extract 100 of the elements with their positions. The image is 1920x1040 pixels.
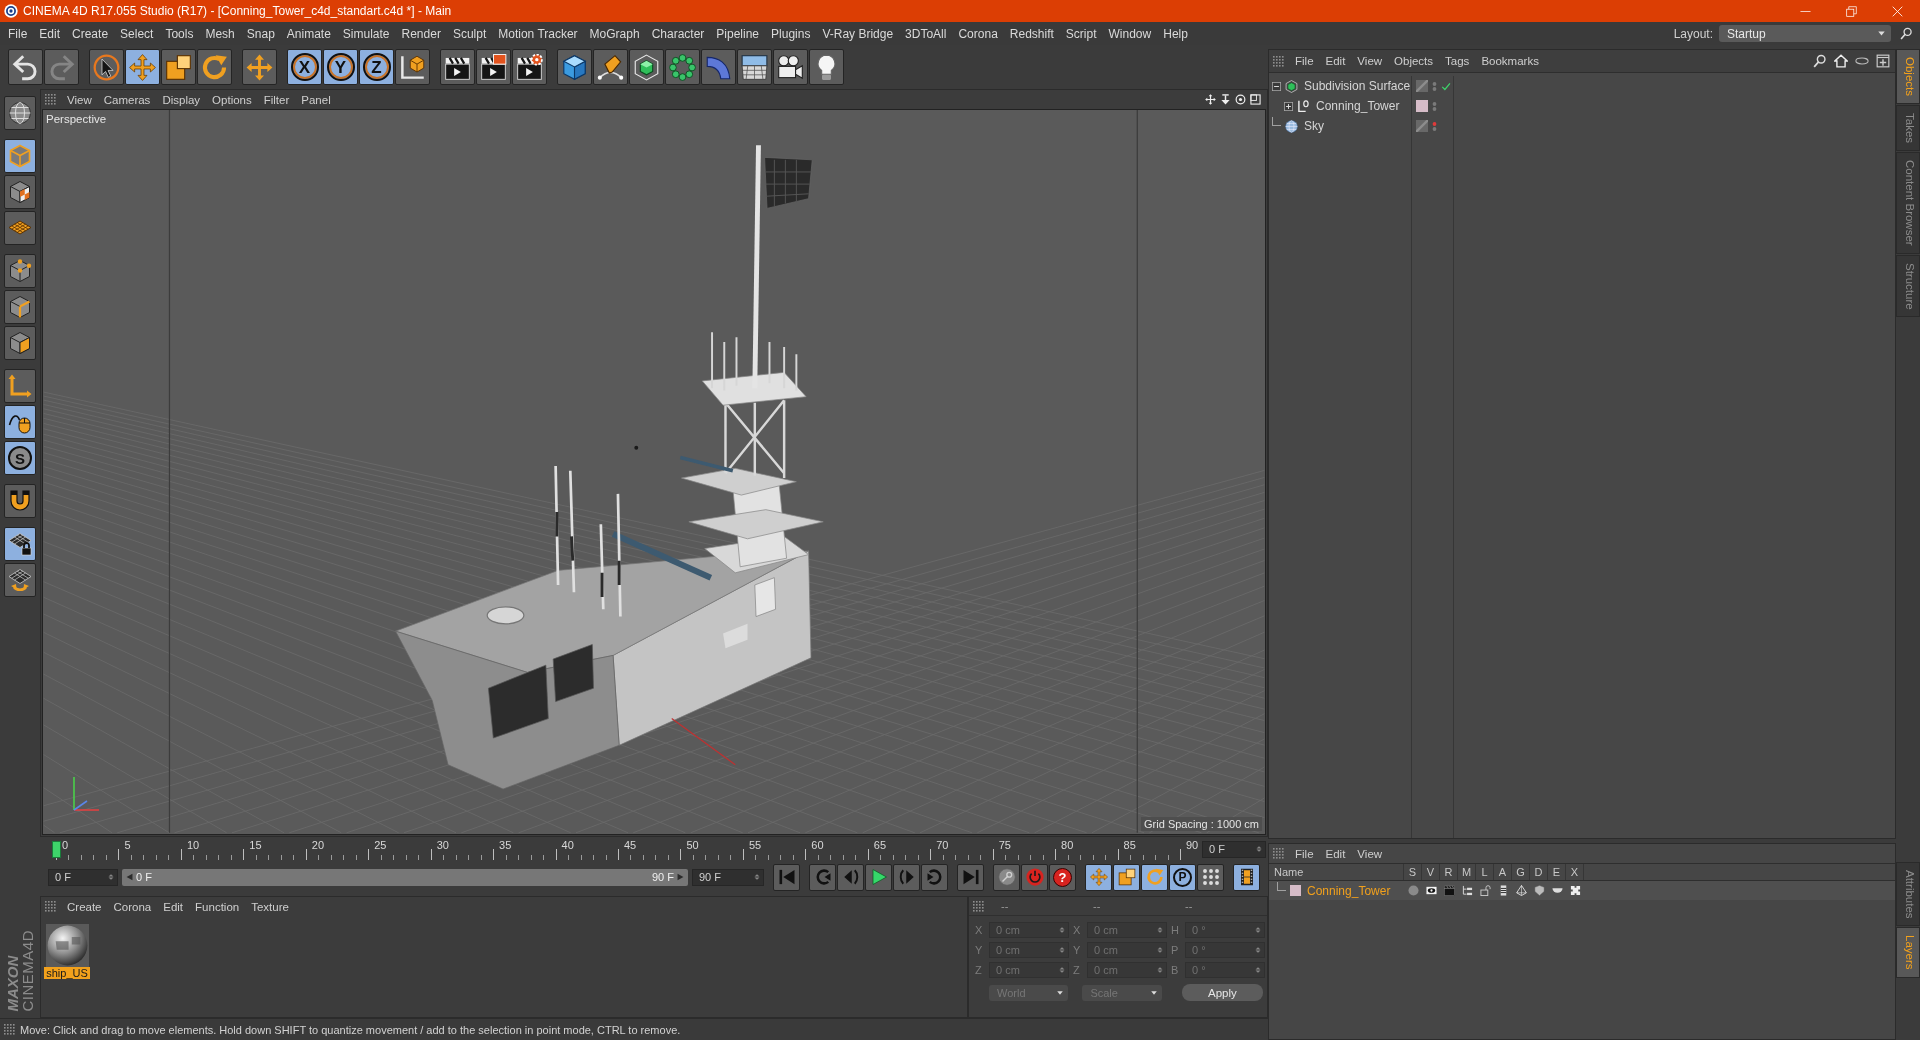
record-button[interactable] <box>1021 863 1048 891</box>
end-frame-field[interactable]: 90 F <box>692 868 764 886</box>
undo-button[interactable] <box>8 49 43 85</box>
visibility-dots-icon[interactable] <box>1432 120 1437 132</box>
workplane-mode-button[interactable] <box>4 211 36 245</box>
side-tab[interactable]: Attributes <box>1896 861 1920 927</box>
edges-mode-button[interactable] <box>4 290 36 324</box>
current-frame-field[interactable]: 0 F <box>1202 840 1266 858</box>
menu-item[interactable]: Redshift <box>1003 26 1060 41</box>
column-header[interactable]: L <box>1476 864 1494 880</box>
shield-icon[interactable] <box>1533 885 1545 896</box>
menu-item[interactable]: Plugins <box>765 26 817 41</box>
column-header[interactable]: M <box>1458 864 1476 880</box>
previous-key-button[interactable] <box>809 863 836 891</box>
bend-button[interactable] <box>701 49 736 85</box>
column-header[interactable]: X <box>1566 864 1584 880</box>
menu-item[interactable]: Select <box>114 26 160 41</box>
menu-item[interactable]: Simulate <box>336 26 396 41</box>
menu-item[interactable]: Objects <box>1388 55 1440 67</box>
menu-item[interactable]: Help <box>1157 26 1194 41</box>
object-name[interactable]: Sky <box>1304 119 1324 133</box>
visibility-dots-icon[interactable] <box>1432 100 1437 112</box>
menu-item[interactable]: View <box>1351 55 1389 67</box>
texture-mode-button[interactable] <box>4 175 36 209</box>
orbit-icon[interactable] <box>1235 94 1246 105</box>
menu-item[interactable]: Mesh <box>199 26 241 41</box>
menu-item[interactable]: Panel <box>295 93 337 106</box>
menu-item[interactable]: Snap <box>240 26 281 41</box>
menu-item[interactable]: Edit <box>1319 55 1352 67</box>
material-name[interactable]: ship_US <box>44 967 90 979</box>
menu-item[interactable]: 3DToAll <box>899 26 953 41</box>
layer-color-swatch[interactable] <box>1416 100 1428 112</box>
pan-icon[interactable] <box>1205 94 1216 105</box>
polygons-mode-button[interactable] <box>4 326 36 360</box>
scale-tool-button[interactable] <box>161 49 196 85</box>
maximize-icon[interactable] <box>1250 94 1261 105</box>
move-tool-button[interactable] <box>125 49 160 85</box>
pen-button[interactable] <box>593 49 628 85</box>
oval-icon[interactable] <box>1855 54 1869 68</box>
check-icon[interactable] <box>1441 81 1451 91</box>
cube-button[interactable] <box>557 49 592 85</box>
side-tab[interactable]: Takes <box>1896 105 1920 152</box>
grid-rotate-button[interactable] <box>4 563 36 597</box>
scale-key-button[interactable] <box>1113 863 1140 891</box>
autokey-button[interactable] <box>993 863 1020 891</box>
menu-item[interactable]: Sculpt <box>446 26 493 41</box>
go-to-start-button[interactable] <box>773 863 800 891</box>
menu-item[interactable]: Corona <box>952 26 1004 41</box>
layer-row[interactable]: Conning_Tower <box>1269 881 1895 900</box>
rotation-key-button[interactable] <box>1141 863 1168 891</box>
preview-range-bar[interactable]: 0 F 90 F <box>122 868 688 886</box>
axis-lock-button[interactable]: Z <box>359 49 394 85</box>
timeline-button[interactable] <box>1233 863 1260 891</box>
transform-tool-button[interactable] <box>242 49 277 85</box>
menu-item[interactable]: Window <box>1102 26 1158 41</box>
menu-item[interactable]: Tags <box>1439 55 1476 67</box>
sculpt-mode-button[interactable] <box>4 96 36 130</box>
object-name[interactable]: Subdivision Surface <box>1304 79 1411 93</box>
menu-item[interactable]: Cameras <box>97 93 157 106</box>
light-button[interactable] <box>809 49 844 85</box>
coordinate-system-button[interactable] <box>395 49 430 85</box>
snap-button[interactable]: S <box>4 441 36 475</box>
visibility-dots-icon[interactable] <box>1432 80 1437 92</box>
column-header[interactable]: V <box>1422 864 1440 880</box>
column-header[interactable]: G <box>1512 864 1530 880</box>
bowl-icon[interactable] <box>1551 885 1563 896</box>
menu-item[interactable]: Create <box>61 900 108 913</box>
magnet-button[interactable] <box>4 484 36 518</box>
menu-item[interactable]: Bookmarks <box>1475 55 1545 67</box>
playhead-marker[interactable] <box>52 841 61 858</box>
subdivision-button[interactable] <box>629 49 664 85</box>
column-header[interactable]: R <box>1440 864 1458 880</box>
side-tab[interactable]: Structure <box>1896 254 1920 318</box>
menu-item[interactable]: Texture <box>245 900 295 913</box>
menu-item[interactable]: MoGraph <box>583 26 646 41</box>
camera-button[interactable] <box>773 49 808 85</box>
search-icon[interactable] <box>1813 54 1827 68</box>
axis-lock-button[interactable]: X <box>287 49 322 85</box>
axis-mode-button[interactable] <box>4 369 36 403</box>
menu-item[interactable]: Edit <box>1319 847 1352 860</box>
column-header[interactable]: S <box>1404 864 1422 880</box>
pyramid-icon[interactable] <box>1515 885 1527 896</box>
layer-color-swatch[interactable] <box>1290 885 1301 896</box>
menu-item[interactable]: Pipeline <box>710 26 766 41</box>
render-view-button[interactable] <box>440 49 475 85</box>
column-header[interactable]: D <box>1530 864 1548 880</box>
search-icon[interactable] <box>1900 27 1913 40</box>
column-header[interactable]: A <box>1494 864 1512 880</box>
point-level-button[interactable] <box>1197 863 1224 891</box>
floor-button[interactable] <box>737 49 772 85</box>
menu-item[interactable]: Create <box>66 26 115 41</box>
object-name[interactable]: Conning_Tower <box>1316 99 1400 113</box>
side-tab[interactable]: Content Browser <box>1896 152 1920 254</box>
menu-item[interactable]: V-Ray Bridge <box>816 26 900 41</box>
hierarchy-icon[interactable] <box>1461 885 1473 896</box>
menu-item[interactable]: File <box>1289 847 1320 860</box>
position-key-button[interactable] <box>1085 863 1112 891</box>
menu-item[interactable]: Display <box>156 93 207 106</box>
eye-icon[interactable] <box>1425 885 1437 896</box>
menu-item[interactable]: Script <box>1059 26 1103 41</box>
